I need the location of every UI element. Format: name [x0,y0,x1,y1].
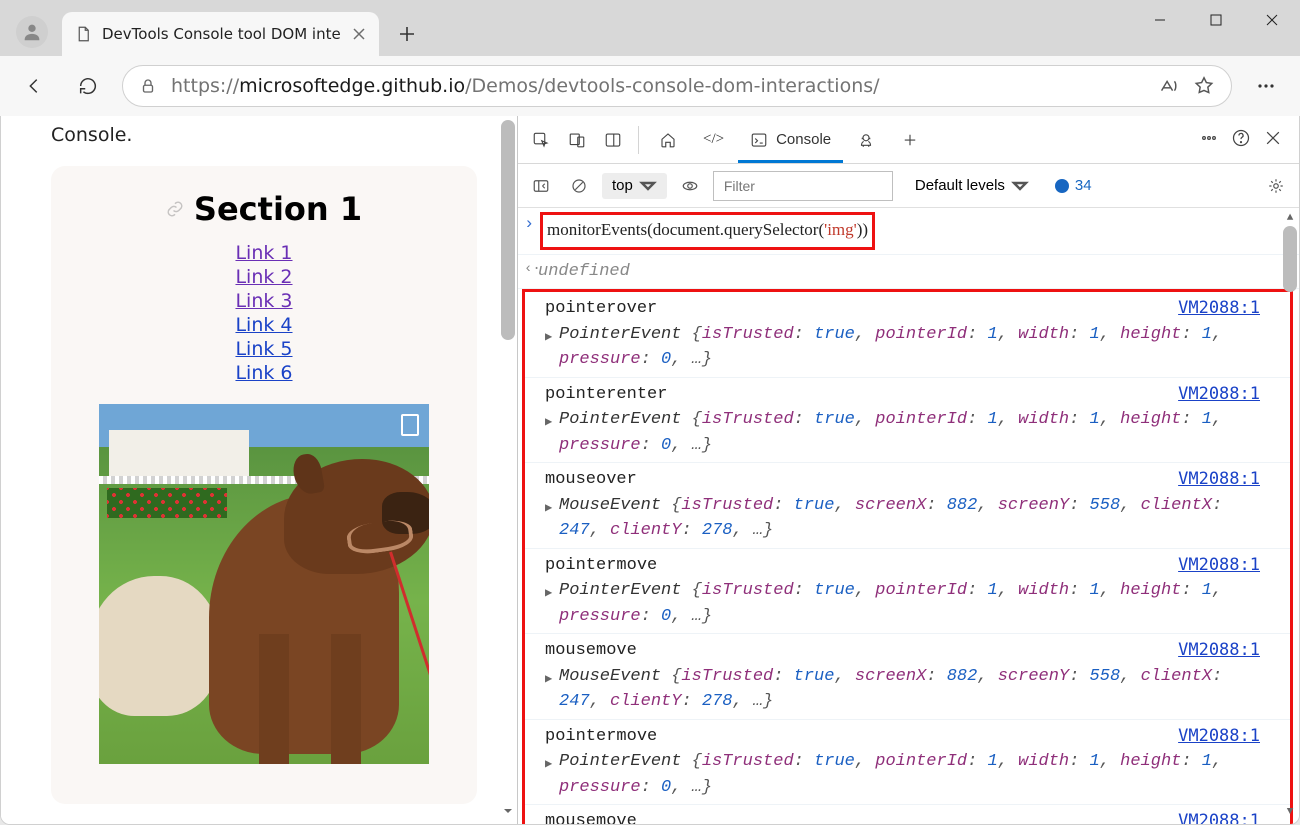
console-command-row: › monitorEvents(document.querySelector('… [518,208,1299,255]
refresh-button[interactable] [68,66,108,106]
close-tab-icon[interactable] [351,26,367,42]
source-link[interactable]: VM2088:1 [1178,382,1260,408]
device-emulation-button[interactable] [560,122,594,158]
source-link[interactable]: VM2088:1 [1178,724,1260,750]
content-area: Console. Section 1 Link 1 Link 2 Link 3 … [0,116,1300,825]
link-item[interactable]: Link 5 [235,338,292,360]
return-caret-icon: ‹· [524,259,541,280]
live-expression-button[interactable] [675,171,705,201]
devtools-help-button[interactable] [1231,128,1251,151]
clear-console-button[interactable] [564,171,594,201]
devtools-tabbar: </> Console [518,116,1299,164]
console-event-row[interactable]: VM2088:1pointermove▶PointerEvent {isTrus… [525,720,1290,806]
scroll-up-button[interactable]: ▲ [1283,212,1297,226]
browser-menu-button[interactable] [1246,66,1286,106]
new-tab-button[interactable] [387,14,427,54]
dock-side-button[interactable] [596,122,630,158]
browser-titlebar: DevTools Console tool DOM inte [0,0,1300,56]
section-heading: Section 1 [166,190,362,228]
page-icon [74,25,92,43]
intro-text: Console. [51,124,477,146]
chevron-down-icon [639,177,657,195]
demo-image[interactable] [99,404,429,764]
scroll-down-button[interactable]: ▼ [1283,806,1297,820]
tab-more[interactable] [889,118,931,162]
tab-sources[interactable] [845,118,887,162]
url-text: https://microsoftedge.github.io/Demos/de… [171,75,1143,97]
anchor-link-icon[interactable] [166,200,184,218]
link-item[interactable]: Link 6 [235,362,292,384]
link-item[interactable]: Link 4 [235,314,292,336]
source-link[interactable]: VM2088:1 [1178,553,1260,579]
maximize-button[interactable] [1188,0,1244,40]
console-toolbar: top Filter Default levels 34 [518,164,1299,208]
link-item[interactable]: Link 3 [235,290,292,312]
bookmark-overlay-icon [401,414,419,436]
tab-elements[interactable]: </> [691,118,736,162]
tab-title: DevTools Console tool DOM inte [102,25,341,43]
console-event-row[interactable]: VM2088:1mouseover▶MouseEvent {isTrusted:… [525,463,1290,549]
address-bar: https://microsoftedge.github.io/Demos/de… [0,56,1300,116]
command-highlight: monitorEvents(document.querySelector('im… [540,212,875,250]
source-link[interactable]: VM2088:1 [1178,638,1260,664]
console-event-row[interactable]: VM2088:1mousemove▶MouseEvent {isTrusted:… [525,634,1290,720]
context-selector[interactable]: top [602,173,667,199]
tab-console[interactable]: Console [738,118,843,162]
source-link[interactable]: VM2088:1 [1178,296,1260,322]
console-event-row[interactable]: VM2088:1pointerover▶PointerEvent {isTrus… [525,292,1290,378]
devtools-more-button[interactable] [1199,128,1219,151]
browser-tab[interactable]: DevTools Console tool DOM inte [62,12,379,56]
scroll-down-button[interactable] [501,802,515,820]
tab-welcome[interactable] [647,118,689,162]
console-event-row[interactable]: VM2088:1mousemove [525,805,1290,824]
console-return-row: ‹· undefined [518,255,1299,290]
chevron-down-icon [1011,177,1029,195]
lock-icon [139,77,157,95]
command-text: monitorEvents(document.querySelector('im… [547,220,868,239]
console-event-row[interactable]: VM2088:1pointermove▶PointerEvent {isTrus… [525,549,1290,635]
link-item[interactable]: Link 2 [235,266,292,288]
log-levels-selector[interactable]: Default levels [915,177,1029,195]
favorite-icon[interactable] [1193,75,1215,97]
webpage-panel: Console. Section 1 Link 1 Link 2 Link 3 … [1,116,517,824]
close-window-button[interactable] [1244,0,1300,40]
scroll-thumb[interactable] [1283,226,1297,292]
window-controls [1132,0,1300,40]
scroll-thumb[interactable] [501,120,515,340]
console-settings-button[interactable] [1261,171,1291,201]
console-output[interactable]: › monitorEvents(document.querySelector('… [518,208,1299,824]
source-link[interactable]: VM2088:1 [1178,809,1260,824]
minimize-button[interactable] [1132,0,1188,40]
section-card: Section 1 Link 1 Link 2 Link 3 Link 4 Li… [51,166,477,804]
console-scrollbar[interactable]: ▲ ▼ [1283,212,1297,820]
url-box[interactable]: https://microsoftedge.github.io/Demos/de… [122,65,1232,107]
console-event-row[interactable]: VM2088:1pointerenter▶PointerEvent {isTru… [525,378,1290,464]
issues-dot-icon [1055,179,1069,193]
back-button[interactable] [14,66,54,106]
page-scrollbar[interactable] [501,120,515,820]
filter-input[interactable]: Filter [713,171,893,201]
read-aloud-icon[interactable] [1157,75,1179,97]
profile-avatar[interactable] [16,16,48,48]
source-link[interactable]: VM2088:1 [1178,467,1260,493]
toggle-sidebar-button[interactable] [526,171,556,201]
issues-count[interactable]: 34 [1055,177,1092,194]
devtools-panel: </> Console top Filter Default [517,116,1299,824]
link-item[interactable]: Link 1 [235,242,292,264]
link-list: Link 1 Link 2 Link 3 Link 4 Link 5 Link … [71,242,457,384]
events-highlight-box: VM2088:1pointerover▶PointerEvent {isTrus… [522,289,1293,824]
input-caret-icon: › [524,212,534,238]
return-value: undefined [538,262,630,281]
inspect-element-button[interactable] [524,122,558,158]
devtools-close-button[interactable] [1263,128,1283,151]
